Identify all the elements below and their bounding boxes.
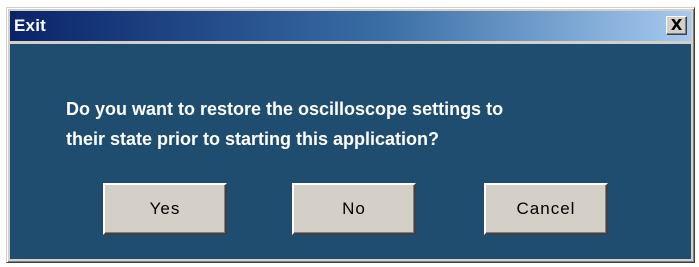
title-bar[interactable]: Exit X [10,11,691,41]
cancel-button[interactable]: Cancel [484,183,608,235]
no-button[interactable]: No [292,183,416,235]
dialog-body: Do you want to restore the oscilloscope … [10,44,691,259]
dialog-message-line-2: their state prior to starting this appli… [66,129,440,149]
window-title: Exit [14,16,46,35]
close-button[interactable]: X [666,16,687,35]
dialog-message: Do you want to restore the oscilloscope … [66,94,676,154]
dialog-message-line-1: Do you want to restore the oscilloscope … [66,99,504,119]
yes-button[interactable]: Yes [103,183,227,235]
exit-dialog-window: Exit X Do you want to restore the oscill… [6,7,695,263]
close-icon: X [670,15,683,34]
